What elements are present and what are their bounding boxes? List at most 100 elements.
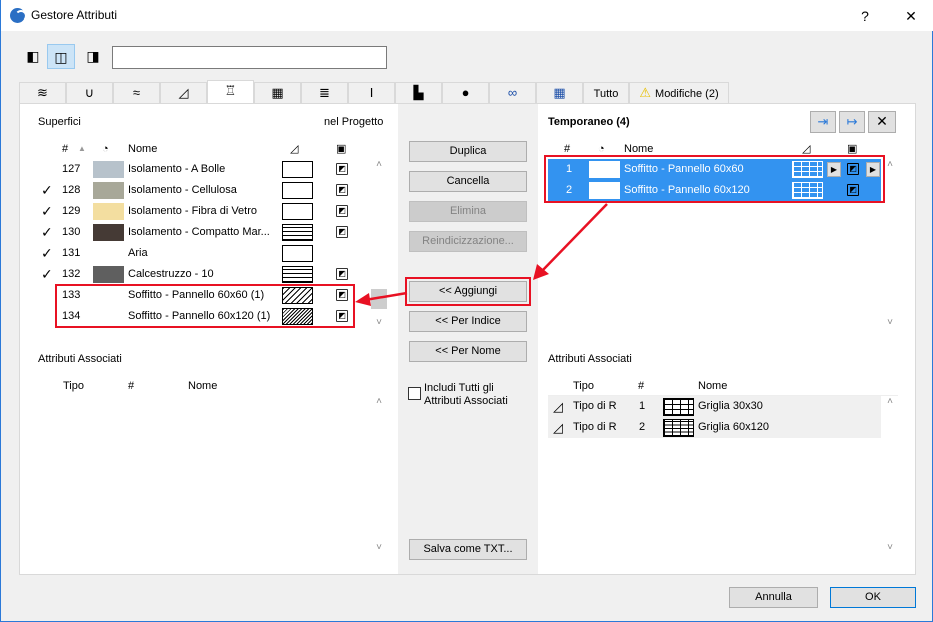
- col-num[interactable]: #: [62, 139, 68, 158]
- material-icon: ◔: [102, 143, 109, 155]
- list-item[interactable]: ✓ 129 Isolamento - Fibra di Vetro ◩: [38, 201, 370, 222]
- tab-composite[interactable]: ≣: [301, 82, 348, 103]
- tab-modifiche[interactable]: ⚠ Modifiche (2): [629, 82, 729, 103]
- include-all-label[interactable]: Includi Tutti gli Attributi Associati: [424, 382, 508, 408]
- left-section-title: Superfici: [38, 116, 81, 128]
- list-item[interactable]: 127 Isolamento - A Bolle ◩: [38, 159, 370, 180]
- fill-column-icon: ◿: [290, 143, 299, 155]
- duplicate-button[interactable]: Duplica: [409, 141, 527, 162]
- clear-button[interactable]: ✕: [868, 111, 896, 133]
- right-assoc-list[interactable]: Tipo # Nome ◿ Tipo di R 1 Griglia 30x30 ◿ Tip…: [548, 376, 898, 560]
- check-icon: ✓: [41, 203, 53, 219]
- tab-line-type[interactable]: ≈: [113, 82, 160, 103]
- close-icon: ✕: [876, 113, 888, 129]
- texture-image-icon: ◩: [336, 226, 348, 238]
- tab-globe[interactable]: ●: [442, 82, 489, 103]
- building-material-icon: ▦: [271, 85, 284, 100]
- grid-icon: ▦: [553, 85, 566, 100]
- item-name: Isolamento - Cellulosa: [128, 184, 237, 196]
- help-button[interactable]: ?: [853, 4, 877, 28]
- tab-surface-brush[interactable]: ♖: [207, 80, 254, 104]
- tab-building-material[interactable]: ▦: [254, 82, 301, 103]
- view-left-button[interactable]: ◧: [19, 44, 47, 69]
- scroll-down-icon[interactable]: ˅: [371, 542, 387, 553]
- export-button[interactable]: ↦: [839, 111, 865, 133]
- close-button[interactable]: ✕: [899, 4, 923, 28]
- tab-mep-system[interactable]: ∞: [489, 82, 536, 103]
- layers-icon: ≋: [37, 85, 48, 100]
- item-name: Aria: [128, 247, 148, 259]
- fill-pattern-preview: [282, 266, 313, 283]
- list-item[interactable]: ◿ Tipo di R 1 Griglia 30x30: [548, 396, 881, 417]
- list-item[interactable]: ✓ 130 Isolamento - Compatto Mar... ◩: [38, 222, 370, 243]
- list-header: Tipo # Nome: [38, 376, 388, 396]
- fill-pattern-preview: [282, 161, 313, 178]
- left-assoc-list[interactable]: Tipo # Nome ˄ ˅: [38, 376, 388, 560]
- view-both-button[interactable]: ◫: [47, 44, 75, 69]
- scroll-down-icon[interactable]: ˅: [882, 317, 898, 328]
- view-right-button[interactable]: ◨: [79, 44, 107, 69]
- item-name: Isolamento - A Bolle: [128, 163, 226, 175]
- import-button[interactable]: ⇥: [810, 111, 836, 133]
- tab-profile[interactable]: I: [348, 82, 395, 103]
- scroll-down-icon[interactable]: ˅: [882, 542, 898, 553]
- col-tipo[interactable]: Tipo: [63, 376, 84, 395]
- add-by-index-button[interactable]: << Per Indice: [409, 311, 527, 332]
- tab-label: Tutto: [593, 88, 619, 100]
- import-file-icon: ⇥: [817, 114, 829, 129]
- save-txt-button[interactable]: Salva come TXT...: [409, 539, 527, 560]
- include-all-checkbox[interactable]: [408, 387, 421, 400]
- highlight-right-rows: [544, 155, 885, 203]
- scroll-up-icon[interactable]: ˄: [371, 396, 387, 407]
- list-item[interactable]: ✓ 132 Calcestruzzo - 10 ◩: [38, 264, 370, 285]
- tab-fill[interactable]: ◿: [160, 82, 207, 103]
- warning-icon: ⚠: [639, 85, 652, 100]
- tab-tutto[interactable]: Tutto: [583, 82, 629, 103]
- right-assoc-title: Attributi Associati: [548, 353, 632, 365]
- tab-layers[interactable]: ≋: [19, 82, 66, 103]
- list-item[interactable]: ✓ 131 Aria: [38, 243, 370, 264]
- pen-icon: ∪: [84, 85, 95, 100]
- col-num[interactable]: #: [128, 376, 134, 395]
- color-swatch: [93, 266, 124, 283]
- col-num[interactable]: #: [638, 376, 644, 395]
- tab-zone-category[interactable]: ▙: [395, 82, 442, 103]
- tab-grid[interactable]: ▦: [536, 82, 583, 103]
- col-name[interactable]: Nome: [698, 376, 727, 395]
- cancel-button[interactable]: Annulla: [729, 587, 818, 608]
- fill-pattern-preview: [282, 224, 313, 241]
- tab-pen[interactable]: ∪: [66, 82, 113, 103]
- item-number: 129: [62, 205, 81, 217]
- scroll-up-icon[interactable]: ˄: [371, 159, 387, 170]
- window-title: Gestore Attributi: [31, 8, 118, 22]
- cancel-attribute-button[interactable]: Cancella: [409, 171, 527, 192]
- add-by-name-button[interactable]: << Per Nome: [409, 341, 527, 362]
- texture-image-icon: ◩: [336, 163, 348, 175]
- ok-button[interactable]: OK: [830, 587, 916, 608]
- right-section-title: Temporaneo (4): [548, 116, 630, 128]
- view-right-icon: ◨: [86, 48, 100, 64]
- col-tipo[interactable]: Tipo: [573, 376, 594, 395]
- item-number: 127: [62, 163, 81, 175]
- col-name[interactable]: Nome: [188, 376, 217, 395]
- globe-icon: ●: [461, 85, 470, 100]
- item-number: 131: [62, 247, 81, 259]
- search-input[interactable]: [112, 46, 387, 69]
- profile-icon: I: [369, 85, 374, 100]
- scroll-down-icon[interactable]: ˅: [371, 317, 387, 328]
- color-swatch: [93, 182, 124, 199]
- mep-system-icon: ∞: [507, 85, 518, 100]
- col-name[interactable]: Nome: [128, 139, 157, 158]
- list-item[interactable]: ◿ Tipo di R 2 Griglia 60x120: [548, 417, 881, 438]
- fill-icon: ◿: [178, 85, 189, 100]
- texture-image-icon: ◩: [336, 205, 348, 217]
- color-swatch: [93, 224, 124, 241]
- color-swatch: [93, 161, 124, 178]
- check-icon: ✓: [41, 245, 53, 261]
- scroll-up-icon[interactable]: ˄: [882, 396, 898, 407]
- line-type-icon: ≈: [132, 85, 141, 100]
- highlight-left-rows: [55, 284, 355, 328]
- list-item[interactable]: ✓ 128 Isolamento - Cellulosa ◩: [38, 180, 370, 201]
- fill-type-icon: ◿: [553, 399, 563, 414]
- fill-pattern-preview: [282, 182, 313, 199]
